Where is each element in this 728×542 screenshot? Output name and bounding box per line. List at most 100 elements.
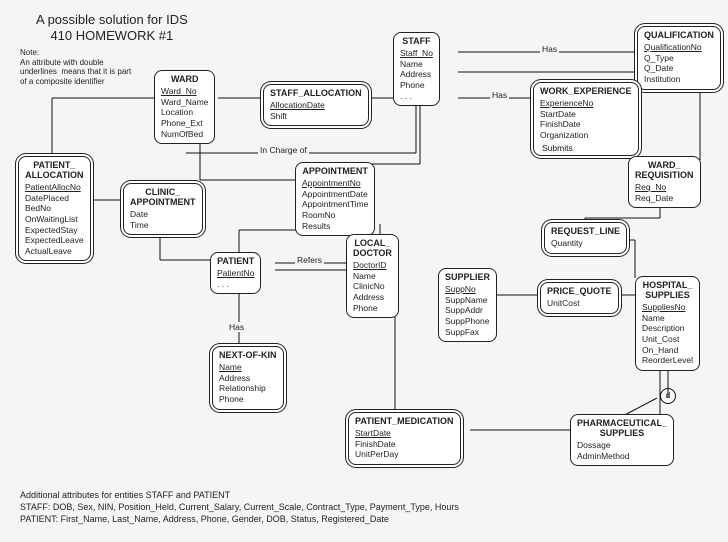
entity-hospital-supplies: HOSPITAL_ SUPPLIES SuppliesNoNameDescrip… <box>635 276 700 371</box>
entity-supplier-attrs: SuppNoSuppNameSuppAddrSuppPhoneSuppFax <box>445 284 490 337</box>
attribute: Time <box>130 220 196 231</box>
entity-patient: PATIENT PatientNo. . . <box>210 252 261 294</box>
entity-pharmaceutical-supplies: PHARMACEUTICAL_ SUPPLIES DossageAdminMet… <box>570 414 674 466</box>
entity-price-quote-name: PRICE_QUOTE <box>547 286 612 296</box>
entity-qualification-name: QUALIFICATION <box>644 30 714 40</box>
entity-local-doctor-attrs: DoctorIDNameClinicNoAddressPhone <box>353 260 392 313</box>
attribute: Quantity <box>551 238 620 249</box>
attribute: ExperienceNo <box>540 98 632 109</box>
attribute: Relationship <box>219 383 277 394</box>
attribute: OnWaitingList <box>25 214 84 225</box>
entity-price-quote-attrs: UnitCost <box>547 298 612 309</box>
attribute: Results <box>302 221 368 232</box>
attribute: PatientAllocNo <box>25 182 84 193</box>
entity-price-quote: PRICE_QUOTE UnitCost <box>540 282 619 314</box>
attribute: SuppFax <box>445 327 490 338</box>
attribute: Organization <box>540 130 632 141</box>
attribute: SuppName <box>445 295 490 306</box>
entity-staff-allocation-attrs: AllocationDateShift <box>270 100 362 121</box>
rel-submits: Submits <box>540 143 575 153</box>
entity-local-doctor: LOCAL_ DOCTOR DoctorIDNameClinicNoAddres… <box>346 234 399 318</box>
attribute: ExpectedStay <box>25 225 84 236</box>
entity-hospital-supplies-name: HOSPITAL_ SUPPLIES <box>642 280 693 300</box>
attribute: On_Hand <box>642 345 693 356</box>
entity-patient-allocation: PATIENT_ ALLOCATION PatientAllocNoDatePl… <box>18 156 91 261</box>
footer-line-1: Additional attributes for entities STAFF… <box>20 490 230 500</box>
attribute: AppointmentNo <box>302 178 368 189</box>
entity-staff-allocation: STAFF_ALLOCATION AllocationDateShift <box>263 84 369 126</box>
attribute: Unit_Cost <box>642 334 693 345</box>
attribute: Name <box>400 59 433 70</box>
attribute: Location <box>161 107 208 118</box>
entity-clinic-appointment: CLINIC_ APPOINTMENT DateTime <box>123 183 203 235</box>
attribute: FinishDate <box>540 119 632 130</box>
attribute: FinishDate <box>355 439 454 450</box>
entity-patient-name: PATIENT <box>217 256 254 266</box>
attribute: Staff_No <box>400 48 433 59</box>
attribute: Address <box>353 292 392 303</box>
attribute: Q_Date <box>644 63 714 74</box>
attribute: SuppPhone <box>445 316 490 327</box>
entity-pharmaceutical-supplies-attrs: DossageAdminMethod <box>577 440 667 461</box>
entity-staff-allocation-name: STAFF_ALLOCATION <box>270 88 362 98</box>
disjoint-indicator: d <box>660 388 676 404</box>
entity-next-of-kin-attrs: NameAddressRelationshipPhone <box>219 362 277 405</box>
attribute: RoomNo <box>302 210 368 221</box>
attribute: UnitCost <box>547 298 612 309</box>
attribute: Name <box>219 362 277 373</box>
entity-staff: STAFF Staff_NoNameAddressPhone. . . <box>393 32 440 106</box>
attribute: Address <box>219 373 277 384</box>
attribute: Req_Date <box>635 193 694 204</box>
rel-has-work-exp: Has <box>490 90 509 100</box>
attribute: Ward_Name <box>161 97 208 108</box>
attribute: Address <box>400 69 433 80</box>
attribute: Shift <box>270 111 362 122</box>
title-line-2: 410 HOMEWORK #1 <box>36 28 173 43</box>
attribute: Phone <box>219 394 277 405</box>
attribute: PatientNo <box>217 268 254 279</box>
entity-clinic-appointment-attrs: DateTime <box>130 209 196 230</box>
entity-work-experience-name: WORK_EXPERIENCE <box>540 86 632 96</box>
entity-supplier: SUPPLIER SuppNoSuppNameSuppAddrSuppPhone… <box>438 268 497 342</box>
footer-line-2: STAFF: DOB, Sex, NIN, Position_Held, Cur… <box>20 502 459 512</box>
attribute: ExpectedLeave <box>25 235 84 246</box>
attribute: AllocationDate <box>270 100 362 111</box>
entity-ward-requisition-attrs: Req_NoReq_Date <box>635 182 694 203</box>
attribute: AppointmentTime <box>302 199 368 210</box>
attribute: Institution <box>644 74 714 85</box>
attribute: ClinicNo <box>353 281 392 292</box>
attribute: BedNo <box>25 203 84 214</box>
attribute: Dossage <box>577 440 667 451</box>
entity-patient-allocation-attrs: PatientAllocNoDatePlacedBedNoOnWaitingLi… <box>25 182 84 256</box>
attribute: NumOfBed <box>161 129 208 140</box>
attribute: Phone <box>400 80 433 91</box>
entity-ward-name: WARD <box>161 74 208 84</box>
attribute: AppointmentDate <box>302 189 368 200</box>
attribute: . . . <box>400 91 433 102</box>
attribute: Ward_No <box>161 86 208 97</box>
attribute: SuppNo <box>445 284 490 295</box>
entity-ward-requisition-name: WARD_ REQUISITION <box>635 160 694 180</box>
attribute: DatePlaced <box>25 193 84 204</box>
entity-request-line: REQUEST_LINE Quantity <box>544 222 627 254</box>
rel-has-next-of-kin: Has <box>227 322 246 332</box>
entity-staff-attrs: Staff_NoNameAddressPhone. . . <box>400 48 433 101</box>
entity-appointment-attrs: AppointmentNoAppointmentDateAppointmentT… <box>302 178 368 231</box>
entity-patient-allocation-name: PATIENT_ ALLOCATION <box>25 160 84 180</box>
entity-appointment-name: APPOINTMENT <box>302 166 368 176</box>
rel-in-charge-of: In Charge of <box>258 145 309 155</box>
attribute: StartDate <box>540 109 632 120</box>
attribute: ActualLeave <box>25 246 84 257</box>
entity-ward: WARD Ward_NoWard_NameLocationPhone_ExtNu… <box>154 70 215 144</box>
attribute: QualificationNo <box>644 42 714 53</box>
note-text: Note: An attribute with double underline… <box>20 48 140 86</box>
entity-request-line-attrs: Quantity <box>551 238 620 249</box>
attribute: SuppliesNo <box>642 302 693 313</box>
attribute: . . . <box>217 279 254 290</box>
entity-qualification: QUALIFICATION QualificationNoQ_TypeQ_Dat… <box>637 26 721 90</box>
entity-local-doctor-name: LOCAL_ DOCTOR <box>353 238 392 258</box>
entity-hospital-supplies-attrs: SuppliesNoNameDescriptionUnit_CostOn_Han… <box>642 302 693 366</box>
entity-clinic-appointment-name: CLINIC_ APPOINTMENT <box>130 187 196 207</box>
attribute: Name <box>353 271 392 282</box>
entity-next-of-kin-name: NEXT-OF-KIN <box>219 350 277 360</box>
